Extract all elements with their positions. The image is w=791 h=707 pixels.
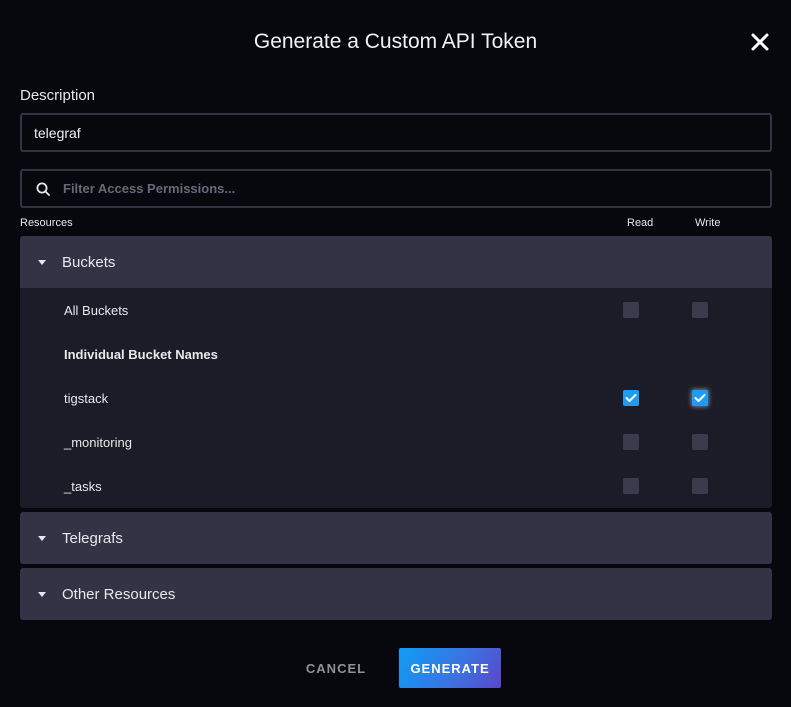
write-checkbox[interactable] (692, 390, 708, 406)
read-column-header: Read (627, 217, 654, 229)
read-checkbox[interactable] (623, 478, 639, 494)
description-input[interactable]: telegraf (20, 113, 772, 152)
section-title: Other Resources (62, 585, 176, 603)
description-value: telegraf (34, 124, 81, 141)
resources-column-header: Resources (20, 217, 73, 229)
cancel-button[interactable]: CANCEL (290, 648, 382, 688)
row-label: tigstack (64, 390, 109, 406)
dialog-title: Generate a Custom API Token (253, 30, 538, 53)
section-other-resources: Other Resources (20, 568, 772, 620)
section-title: Telegrafs (62, 529, 123, 547)
section-header-other-resources[interactable]: Other Resources (20, 568, 772, 620)
description-label: Description (20, 87, 96, 104)
permission-row-all-buckets: All Buckets (20, 288, 772, 332)
row-label: _tasks (64, 478, 102, 494)
caret-down-icon (38, 591, 46, 597)
filter-placeholder: Filter Access Permissions... (63, 181, 236, 196)
permission-row-tigstack: tigstack (20, 376, 772, 420)
write-checkbox[interactable] (692, 478, 708, 494)
write-checkbox[interactable] (692, 434, 708, 450)
section-header-telegrafs[interactable]: Telegrafs (20, 512, 772, 564)
write-column-header: Write (695, 217, 721, 229)
checkmark-icon (694, 394, 706, 402)
row-label: _monitoring (64, 434, 132, 450)
dialog-footer: CANCEL GENERATE (0, 648, 791, 688)
row-label: Individual Bucket Names (64, 346, 218, 362)
caret-down-icon (38, 259, 46, 265)
close-button[interactable] (748, 30, 772, 54)
write-checkbox[interactable] (692, 302, 708, 318)
section-telegrafs: Telegrafs (20, 512, 772, 564)
individual-bucket-names-heading: Individual Bucket Names (20, 332, 772, 376)
row-label: All Buckets (64, 302, 129, 318)
checkmark-icon (625, 394, 637, 402)
filter-permissions-input[interactable]: Filter Access Permissions... (20, 169, 772, 208)
read-checkbox[interactable] (623, 302, 639, 318)
permission-row-tasks: _tasks (20, 464, 772, 508)
close-icon (751, 33, 769, 51)
read-checkbox[interactable] (623, 434, 639, 450)
section-header-buckets[interactable]: Buckets (20, 236, 772, 288)
search-icon (36, 182, 50, 196)
permission-row-monitoring: _monitoring (20, 420, 772, 464)
section-title: Buckets (62, 253, 116, 271)
section-body-buckets: All Buckets Individual Bucket Names tigs… (20, 288, 772, 508)
caret-down-icon (38, 535, 46, 541)
section-buckets: Buckets All Buckets Individual Bucket Na… (20, 236, 772, 508)
read-checkbox[interactable] (623, 390, 639, 406)
generate-button[interactable]: GENERATE (399, 648, 502, 688)
